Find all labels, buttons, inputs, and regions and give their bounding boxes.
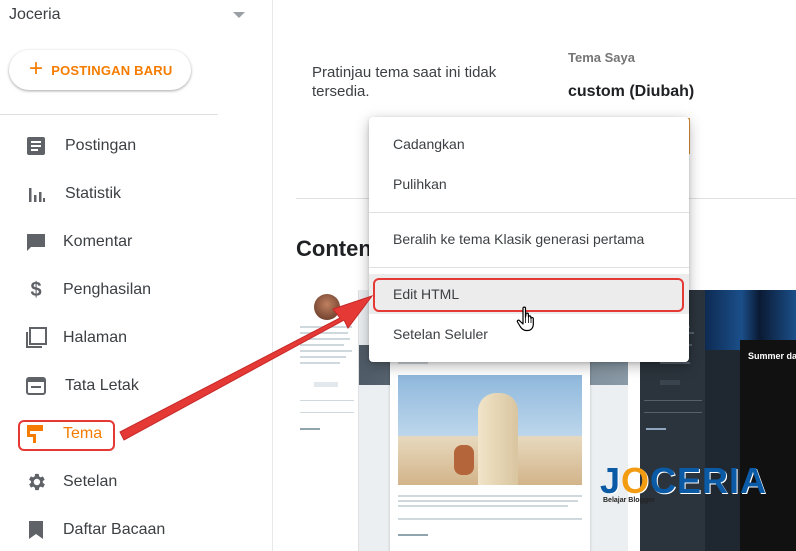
plus-icon: + <box>29 55 44 82</box>
sidebar-item-label: Halaman <box>63 329 128 346</box>
tema-highlight-box <box>18 420 115 451</box>
sidebar-item-label: Daftar Bacaan <box>63 521 166 538</box>
blog-name: Joceria <box>9 6 61 23</box>
layout-icon <box>24 374 48 398</box>
watermark-j: J <box>600 460 622 501</box>
hand-cursor-icon <box>516 306 534 332</box>
menu-item-pulihkan[interactable]: Pulihkan <box>369 164 689 204</box>
thumbnail-sidebar <box>294 290 359 551</box>
dark-post-title: Summer days in <box>748 351 796 361</box>
menu-item-label: Pulihkan <box>393 176 447 192</box>
menu-separator <box>369 212 689 213</box>
sidebar-item-label: Komentar <box>63 233 133 250</box>
menu-item-label: Beralih ke tema Klasik generasi pertama <box>393 231 645 247</box>
avatar <box>314 294 340 320</box>
gear-icon <box>24 470 48 494</box>
menu-item-cadangkan[interactable]: Cadangkan <box>369 124 689 164</box>
sidebar-item-komentar[interactable]: Komentar <box>0 218 273 266</box>
menu-item-beralih-klasik[interactable]: Beralih ke tema Klasik generasi pertama <box>369 219 689 259</box>
sidebar: Joceria + POSTINGAN BARU Postingan Stati… <box>0 0 273 551</box>
menu-item-label: Setelan Seluler <box>393 326 488 342</box>
menu-item-label: Cadangkan <box>393 136 465 152</box>
chevron-down-icon <box>233 12 245 18</box>
preview-unavailable-text: Pratinjau tema saat ini tidak tersedia. <box>312 64 497 100</box>
thumbnail-post-card <box>390 340 590 551</box>
watermark-tagline: Belajar Blogger <box>603 497 655 504</box>
sidebar-item-postingan[interactable]: Postingan <box>0 122 273 170</box>
my-theme-name: custom (Diubah) <box>568 83 695 100</box>
sidebar-item-label: Setelan <box>63 473 118 490</box>
sidebar-divider <box>0 114 218 115</box>
sidebar-item-daftar-bacaan[interactable]: Daftar Bacaan <box>0 506 273 551</box>
sidebar-item-label: Postingan <box>65 137 137 154</box>
comment-icon <box>24 230 48 254</box>
blog-selector[interactable]: Joceria <box>9 4 249 26</box>
joceria-watermark-logo: JOCERIA <box>600 460 767 502</box>
my-theme-label: Tema Saya <box>568 50 635 65</box>
sidebar-item-setelan[interactable]: Setelan <box>0 458 273 506</box>
sidebar-item-label: Tata Letak <box>65 377 139 394</box>
watermark-rest: CERIA <box>650 460 768 501</box>
pages-icon <box>24 326 48 350</box>
stats-icon <box>24 182 48 206</box>
sidebar-item-tata-letak[interactable]: Tata Letak <box>0 362 273 410</box>
menu-separator <box>369 267 689 268</box>
thumbnail-post-card <box>740 340 796 551</box>
sidebar-item-penghasilan[interactable]: $ Penghasilan <box>0 266 273 314</box>
new-post-button[interactable]: + POSTINGAN BARU <box>9 50 191 90</box>
post-photo <box>398 375 582 485</box>
theme-section-title: Conten <box>296 236 372 261</box>
sidebar-item-statistik[interactable]: Statistik <box>0 170 273 218</box>
sidebar-item-label: Statistik <box>65 185 122 202</box>
bookmark-icon <box>24 518 48 542</box>
new-post-label: POSTINGAN BARU <box>51 62 173 78</box>
dollar-icon: $ <box>30 278 42 301</box>
watermark-o: O <box>621 460 651 501</box>
sidebar-item-halaman[interactable]: Halaman <box>0 314 273 362</box>
sidebar-item-label: Penghasilan <box>63 281 152 298</box>
posts-icon <box>24 134 48 158</box>
